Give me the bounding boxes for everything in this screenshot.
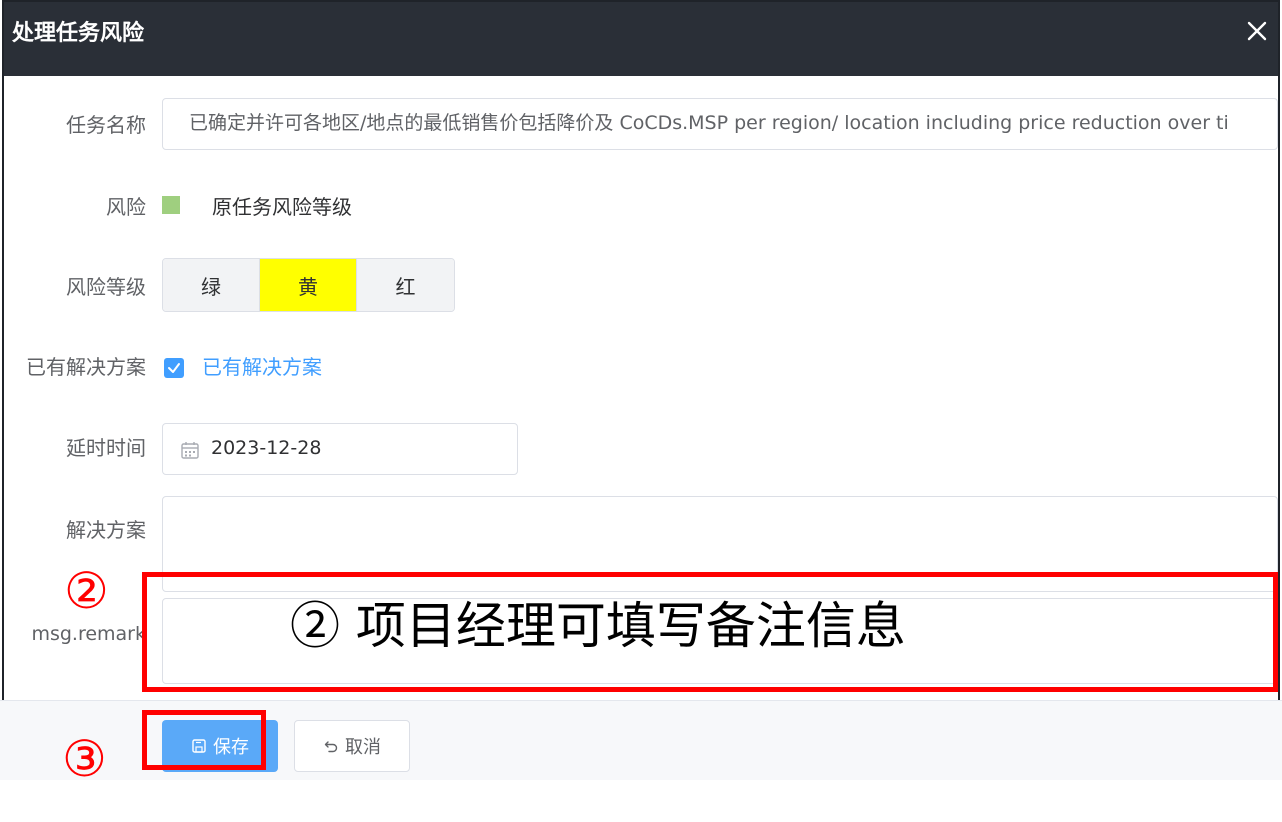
annotation-marker-3: ③: [62, 730, 107, 788]
dialog-header: 处理任务风险: [4, 2, 1278, 76]
annotation-marker-2: ②: [64, 562, 109, 620]
annotation-note: ② 项目经理可填写备注信息: [290, 597, 906, 655]
delay-label: 延时时间: [66, 436, 146, 460]
save-highlight-box: [142, 710, 266, 770]
has-solution-label: 已有解决方案: [26, 355, 146, 379]
delay-date-picker[interactable]: 2023-12-28: [162, 423, 518, 475]
risk-level-label: 风险等级: [66, 275, 146, 299]
risk-color-swatch: [162, 196, 180, 214]
risk-original-text: 原任务风险等级: [212, 195, 352, 219]
close-icon[interactable]: [1242, 16, 1272, 46]
risk-label: 风险: [106, 195, 146, 219]
has-solution-checkbox-label[interactable]: 已有解决方案: [202, 353, 322, 381]
dialog-title: 处理任务风险: [12, 21, 145, 46]
cancel-button[interactable]: 取消: [294, 720, 410, 772]
has-solution-checkbox[interactable]: [164, 358, 184, 378]
risk-level-selector: 绿 黄 红: [162, 258, 455, 312]
remark-label: msg.remark: [31, 623, 146, 645]
check-icon: [168, 363, 180, 373]
risk-level-green-button[interactable]: 绿: [163, 259, 260, 311]
risk-level-red-button[interactable]: 红: [357, 259, 454, 311]
calendar-icon: [181, 442, 199, 459]
task-name-field[interactable]: 已确定并许可各地区/地点的最低销售价包括降价及 CoCDs.MSP per re…: [162, 98, 1278, 150]
risk-level-yellow-button[interactable]: 黄: [260, 259, 357, 311]
cancel-button-label: 取消: [345, 737, 381, 758]
undo-icon: [324, 741, 338, 753]
solution-label: 解决方案: [66, 518, 146, 542]
task-name-label: 任务名称: [66, 113, 146, 137]
